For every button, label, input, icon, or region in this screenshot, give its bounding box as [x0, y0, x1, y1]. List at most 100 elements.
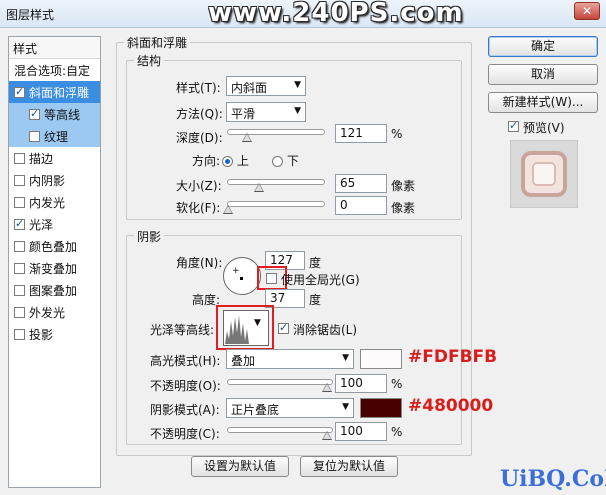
size-input[interactable]: 65 [335, 174, 387, 193]
style-item-label: 外发光 [29, 305, 66, 320]
chevron-down-icon[interactable]: ▼ [254, 318, 261, 328]
style-item-checkbox[interactable] [29, 130, 40, 142]
style-item[interactable]: 图案叠加 [9, 279, 100, 301]
style-item-checkbox[interactable] [14, 262, 25, 274]
style-item-checkbox[interactable] [14, 174, 25, 186]
soften-unit: 像素 [391, 201, 416, 215]
style-item[interactable]: 斜面和浮雕 [9, 81, 100, 103]
shadow-mode-select[interactable]: 正片叠底 ▼ [226, 398, 354, 418]
technique-label: 方法(Q): [176, 107, 223, 121]
style-select-value: 内斜面 [231, 81, 268, 95]
structure-title: 结构 [134, 52, 165, 69]
style-item[interactable]: 纹理 [9, 125, 100, 147]
contour-curve-icon [225, 315, 249, 344]
shadow-mode-label: 阴影模式(A): [150, 403, 220, 417]
size-slider[interactable] [227, 179, 325, 192]
style-item[interactable]: 外发光 [9, 301, 100, 323]
shadow-opacity-unit: % [391, 425, 403, 439]
watermark-text: www.240PS.com [208, 0, 464, 28]
highlight-opacity-handle[interactable] [322, 383, 332, 392]
shadow-opacity-label: 不透明度(C): [150, 427, 220, 441]
gloss-contour-picker[interactable] [223, 310, 269, 346]
global-light-option[interactable]: 使用全局光(G) [266, 271, 360, 288]
soften-slider[interactable] [223, 201, 325, 214]
style-item-checkbox[interactable] [14, 85, 25, 98]
highlight-mode-select[interactable]: 叠加 ▼ [226, 349, 354, 369]
style-select[interactable]: 内斜面 ▼ [226, 76, 306, 96]
direction-down-radio[interactable] [272, 156, 283, 167]
angle-dial[interactable] [223, 257, 261, 295]
blend-options-label: 混合选项:自定 [14, 63, 91, 78]
depth-slider[interactable] [227, 129, 325, 142]
style-item[interactable]: 等高线 [9, 103, 100, 125]
depth-input[interactable]: 121 [335, 124, 387, 143]
style-item-checkbox[interactable] [14, 240, 25, 252]
style-item-checkbox[interactable] [14, 196, 25, 208]
style-item[interactable]: 投影 [9, 323, 100, 345]
ok-button[interactable]: 确定 [488, 36, 598, 57]
highlight-mode-label: 高光模式(H): [150, 354, 221, 368]
depth-slider-handle[interactable] [242, 133, 252, 142]
highlight-opacity-label: 不透明度(O): [150, 379, 221, 393]
direction-up-radio[interactable] [222, 156, 233, 167]
style-preview-thumbnail [510, 140, 578, 208]
style-item[interactable]: 描边 [9, 147, 100, 169]
direction-down-option[interactable]: 下 [272, 152, 299, 169]
direction-up-option[interactable]: 上 [222, 152, 249, 169]
angle-indicator [240, 277, 243, 280]
style-item[interactable]: 内阴影 [9, 169, 100, 191]
style-item-label: 投影 [29, 327, 54, 342]
technique-select[interactable]: 平滑 ▼ [226, 102, 306, 122]
technique-select-value: 平滑 [231, 107, 256, 121]
close-button[interactable]: ✕ [574, 2, 600, 20]
style-item[interactable]: 颜色叠加 [9, 235, 100, 257]
bevel-emboss-title: 斜面和浮雕 [124, 34, 191, 51]
shadow-mode-value: 正片叠底 [231, 403, 280, 417]
antialiased-option[interactable]: 消除锯齿(L) [278, 321, 357, 338]
style-item-label: 图案叠加 [29, 283, 78, 298]
make-default-button[interactable]: 设置为默认值 [191, 456, 289, 477]
style-item[interactable]: 内发光 [9, 191, 100, 213]
blend-options-item[interactable]: 混合选项:自定 [9, 59, 100, 81]
style-item[interactable]: 渐变叠加 [9, 257, 100, 279]
shadow-hex-note: #480000 [408, 396, 494, 416]
soften-input[interactable]: 0 [335, 196, 387, 215]
size-slider-handle[interactable] [254, 183, 264, 192]
style-item-checkbox[interactable] [14, 306, 25, 318]
style-item-checkbox[interactable] [14, 328, 25, 340]
style-item-checkbox[interactable] [14, 217, 25, 230]
gloss-contour-label: 光泽等高线: [150, 323, 215, 337]
highlight-color-swatch[interactable] [360, 349, 402, 369]
preview-checkbox[interactable] [508, 119, 519, 132]
style-item[interactable]: 光泽 [9, 213, 100, 235]
chevron-down-icon: ▼ [294, 106, 301, 116]
style-item-label: 内发光 [29, 195, 66, 210]
angle-label: 角度(N): [176, 256, 223, 270]
crosshair-icon: + [232, 266, 240, 276]
shadow-opacity-input[interactable]: 100 [335, 422, 387, 441]
reset-default-button[interactable]: 复位为默认值 [300, 456, 398, 477]
angle-unit: 度 [309, 256, 322, 270]
style-item-label: 颜色叠加 [29, 239, 78, 254]
shadow-opacity-slider[interactable] [227, 427, 333, 440]
style-item-checkbox[interactable] [29, 107, 40, 120]
style-item-checkbox[interactable] [14, 152, 25, 164]
window-title: 图层样式 [6, 8, 55, 22]
global-light-checkbox[interactable] [266, 273, 277, 284]
shading-title: 阴影 [134, 228, 165, 245]
preview-option[interactable]: 预览(V) [508, 119, 565, 136]
style-item-label: 内阴影 [29, 173, 66, 188]
shadow-color-swatch[interactable] [360, 398, 402, 418]
style-item-label: 斜面和浮雕 [29, 85, 90, 100]
antialiased-checkbox[interactable] [278, 321, 289, 334]
new-style-button[interactable]: 新建样式(W)... [488, 92, 598, 113]
global-light-label: 使用全局光(G) [281, 273, 360, 287]
direction-label: 方向: [192, 154, 221, 168]
soften-slider-handle[interactable] [223, 205, 233, 214]
style-item-checkbox[interactable] [14, 284, 25, 296]
shadow-opacity-handle[interactable] [322, 431, 332, 440]
cancel-button[interactable]: 取消 [488, 64, 598, 85]
highlight-opacity-input[interactable]: 100 [335, 374, 387, 393]
depth-label: 深度(D): [176, 131, 223, 145]
highlight-opacity-slider[interactable] [227, 379, 333, 392]
